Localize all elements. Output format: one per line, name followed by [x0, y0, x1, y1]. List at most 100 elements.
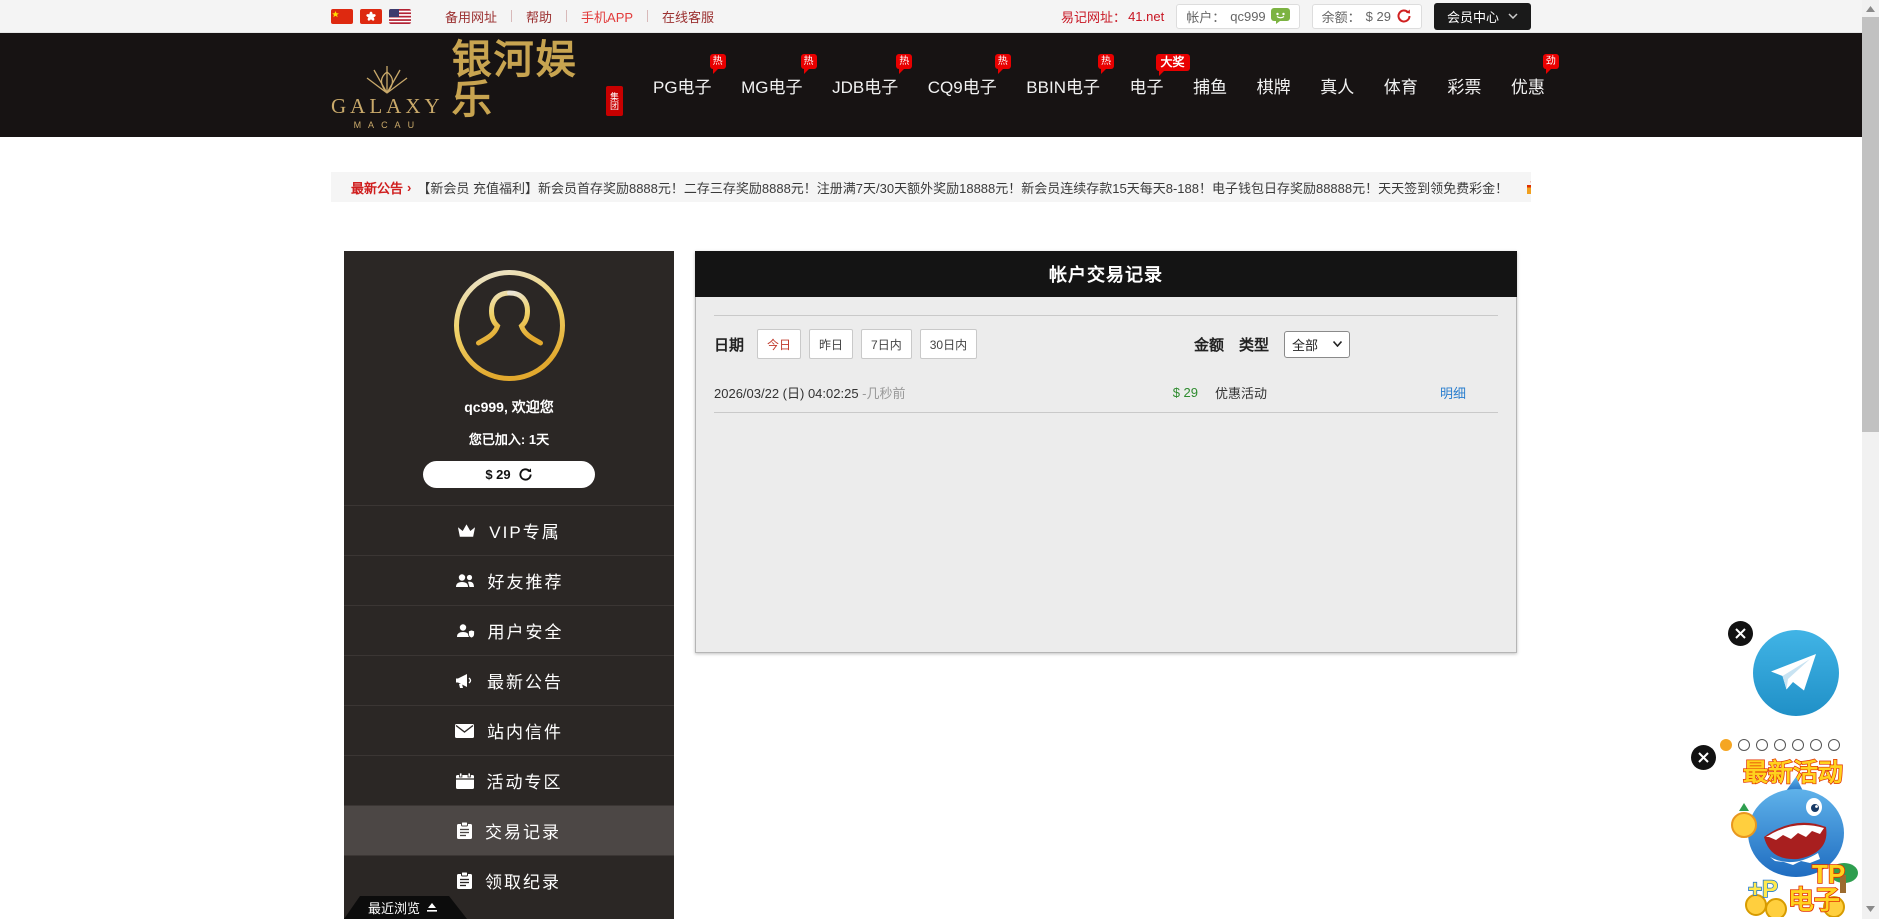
promo-dot[interactable]	[1774, 739, 1786, 751]
table-row: 2026/03/22 (日) 04:02:25 -几秒前 $ 29 优惠活动 明…	[714, 372, 1498, 413]
avatar	[453, 269, 566, 382]
telegram-close-button[interactable]	[1728, 621, 1753, 646]
account-label: 帐户：	[1186, 7, 1225, 26]
filter-today-button[interactable]: 今日	[757, 329, 801, 359]
hot-badge: 热	[995, 54, 1011, 69]
sidebar-item-security[interactable]: 用户安全	[344, 605, 674, 655]
tx-datetime: 2026/03/22 (日) 04:02:25 -几秒前	[714, 383, 1088, 402]
tx-ago: -几秒前	[862, 386, 905, 401]
nav-jdb[interactable]: JDB电子热	[832, 73, 898, 98]
type-label: 类型	[1239, 334, 1269, 355]
sidebar-item-label: 活动专区	[487, 768, 563, 793]
hongkong-flag-icon[interactable]	[360, 9, 382, 24]
sidebar-item-transactions[interactable]: 交易记录	[344, 805, 674, 855]
close-icon	[1735, 628, 1746, 639]
help-link[interactable]: 帮助	[512, 7, 566, 26]
sidebar-item-label: 站内信件	[487, 718, 563, 743]
recent-browsing-label: 最近浏览	[368, 898, 420, 917]
logo-chinese-text: 银河娱乐	[452, 40, 602, 120]
nav-caipiao[interactable]: 彩票	[1447, 73, 1481, 98]
logo-sub-text: MACAU	[354, 120, 422, 130]
close-icon	[1698, 752, 1709, 763]
nav-zhenren[interactable]: 真人	[1320, 73, 1354, 98]
tx-detail-link[interactable]: 明细	[1408, 383, 1498, 402]
promo-dot[interactable]	[1828, 739, 1840, 751]
scrollbar-up-arrow[interactable]	[1862, 0, 1879, 17]
nav-buyu[interactable]: 捕鱼	[1193, 73, 1227, 98]
sidebar-item-promotions[interactable]: 活动专区	[344, 755, 674, 805]
profile-section: qc999, 欢迎您 您已加入: 1天 $ 29	[344, 251, 674, 505]
sidebar-item-messages[interactable]: 站内信件	[344, 705, 674, 755]
china-flag-icon[interactable]	[331, 9, 353, 24]
page: 备用网址 帮助 手机APP 在线客服 易记网址： 41.net 帐户： qc99…	[0, 0, 1879, 919]
memorable-url-link[interactable]: 41.net	[1128, 9, 1164, 24]
panel-title: 帐户交易记录	[695, 251, 1517, 297]
type-select[interactable]: 全部	[1284, 331, 1350, 358]
sidebar-balance-value: $ 29	[485, 467, 510, 482]
nav-youhui[interactable]: 优惠劲	[1511, 73, 1545, 98]
hot-badge: 热	[801, 54, 817, 69]
scrollbar-thumb[interactable]	[1862, 17, 1879, 432]
member-center-button[interactable]: 会员中心	[1434, 3, 1531, 30]
nav-cq9[interactable]: CQ9电子热	[928, 73, 997, 98]
clipboard-icon	[457, 822, 472, 839]
memorable-url-label: 易记网址：	[1061, 7, 1126, 26]
sidebar-item-vip[interactable]: VIP专属	[344, 505, 674, 555]
usa-flag-icon[interactable]	[389, 9, 411, 24]
sidebar-balance-button[interactable]: $ 29	[423, 461, 595, 488]
promo-dz-text: 电子	[1788, 885, 1840, 915]
eject-icon	[427, 903, 437, 912]
tx-type: 优惠活动	[1198, 383, 1408, 402]
site-logo[interactable]: GALAXY MACAU 银河娱乐 集团	[331, 40, 623, 130]
balance-value: $ 29	[1366, 9, 1391, 24]
hot-badge: 热	[896, 54, 912, 69]
nav-tiyu[interactable]: 体育	[1384, 73, 1418, 98]
backup-url-link[interactable]: 备用网址	[431, 7, 511, 26]
nav-qipai[interactable]: 棋牌	[1257, 73, 1291, 98]
hot-badge: 热	[710, 54, 726, 69]
announcement-bar: 最新公告 › 【新会员 充值福利】新会员首存奖励8888元！二存三存奖励8888…	[331, 172, 1531, 202]
sidebar-item-referral[interactable]: 好友推荐	[344, 555, 674, 605]
balance-box: 余额： $ 29	[1312, 4, 1422, 29]
promo-dot[interactable]	[1792, 739, 1804, 751]
sidebar: qc999, 欢迎您 您已加入: 1天 $ 29 VIP专属 好友推荐 用户安全…	[344, 251, 674, 919]
filter-30days-button[interactable]: 30日内	[920, 329, 977, 359]
nav-dianzi[interactable]: 电子大奖	[1130, 73, 1164, 98]
nav-mg[interactable]: MG电子热	[741, 73, 802, 98]
announcement-label[interactable]: 最新公告	[351, 178, 403, 197]
message-icon[interactable]	[1271, 8, 1290, 24]
online-service-link[interactable]: 在线客服	[648, 7, 728, 26]
scrollbar-down-arrow[interactable]	[1862, 900, 1879, 917]
chevron-down-icon	[1508, 13, 1518, 19]
promo-close-button[interactable]	[1691, 745, 1716, 770]
promo-dot[interactable]	[1756, 739, 1768, 751]
crown-icon	[457, 523, 476, 539]
gift-icon	[1526, 180, 1531, 195]
recent-browsing-tab[interactable]: 最近浏览	[344, 896, 467, 919]
sidebar-item-label: 好友推荐	[488, 568, 564, 593]
tx-amount: $ 29	[1088, 385, 1198, 400]
scrollbar-track[interactable]	[1862, 0, 1879, 919]
refresh-icon[interactable]	[1396, 8, 1412, 24]
filter-7days-button[interactable]: 7日内	[861, 329, 912, 359]
triangle-down-icon	[1866, 906, 1875, 912]
refresh-icon	[518, 467, 533, 482]
sidebar-item-label: 用户安全	[488, 618, 564, 643]
filter-yesterday-button[interactable]: 昨日	[809, 329, 853, 359]
nav-pg[interactable]: PG电子热	[653, 73, 712, 98]
promo-dot[interactable]	[1720, 739, 1732, 751]
nav-bbin[interactable]: BBIN电子热	[1026, 73, 1100, 98]
sidebar-item-announcements[interactable]: 最新公告	[344, 655, 674, 705]
mobile-app-link[interactable]: 手机APP	[567, 7, 647, 26]
account-box: 帐户： qc999	[1176, 4, 1299, 29]
account-value: qc999	[1230, 9, 1265, 24]
telegram-icon[interactable]	[1752, 629, 1840, 717]
joined-text: 您已加入: 1天	[344, 429, 674, 448]
amount-label: 金额	[1194, 334, 1224, 355]
promo-dot[interactable]	[1810, 739, 1822, 751]
announcement-arrow: ›	[407, 180, 411, 195]
promo-banner-image[interactable]: 最新活动 +P TP 电子	[1726, 755, 1860, 917]
promo-dots	[1720, 739, 1840, 751]
promo-dot[interactable]	[1738, 739, 1750, 751]
sidebar-item-label: VIP专属	[489, 518, 560, 543]
